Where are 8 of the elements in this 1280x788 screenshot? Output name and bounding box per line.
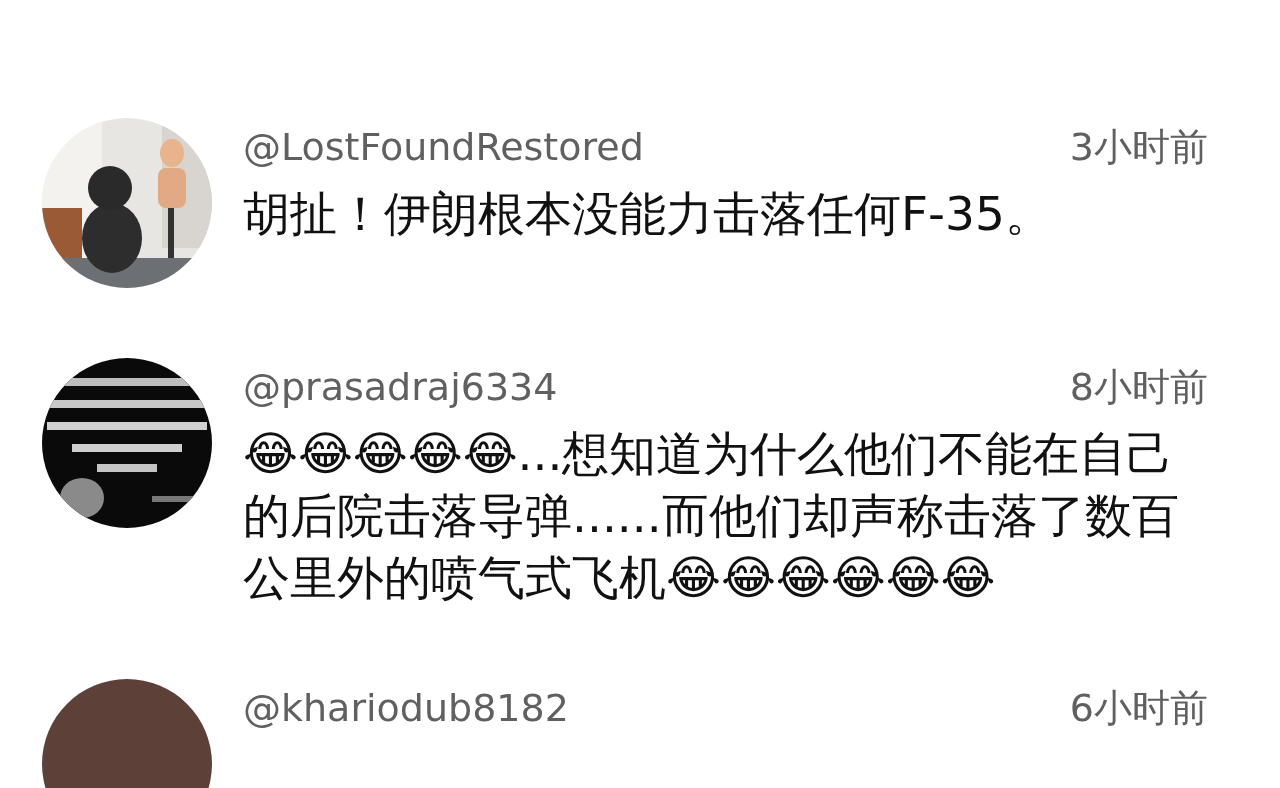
username[interactable]: @khariodub8182 [243,686,569,730]
timestamp: 3小时前 [1069,124,1208,171]
timestamp: 8小时前 [1069,364,1208,411]
username[interactable]: @prasadraj6334 [243,365,558,409]
timestamp: 6小时前 [1069,685,1208,732]
username[interactable]: @LostFoundRestored [243,125,644,169]
comment-text: 胡扯！伊朗根本没能力击落任何F-35。 [243,185,1053,243]
comment-text: 😂😂😂😂😂...想知道为什么他们不能在自己的后院击落导弹......而他们却声称击落了数百公里外的喷气式飞机😂😂😂😂😂😂 [243,425,1180,607]
